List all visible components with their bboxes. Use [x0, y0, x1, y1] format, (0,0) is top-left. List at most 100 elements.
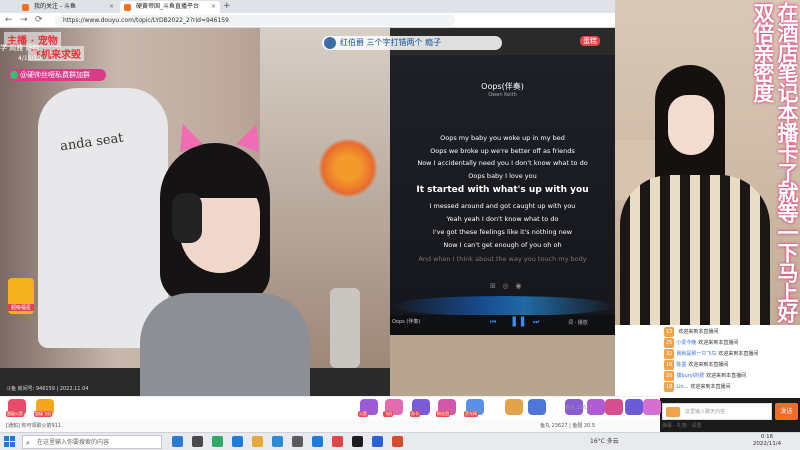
avatar	[324, 37, 336, 49]
gift-bar: 超级火箭 超级飞机 火箭 飞机 办卡 粉丝团 荧光棒	[0, 396, 661, 420]
lyric-line: And when I think about the way you touch…	[418, 255, 587, 263]
headphones-icon	[172, 193, 202, 243]
gift-label: 粉丝团	[436, 411, 450, 417]
level-badge: 25	[664, 338, 675, 348]
pause-button[interactable]: ❚❚	[510, 316, 527, 327]
gift-item-icon[interactable]	[605, 399, 623, 415]
chat-input-placeholder: 这里输入聊天内容	[685, 409, 726, 415]
chat-username[interactable]: 拨buryl的费	[676, 373, 704, 379]
microphone-icon	[330, 288, 360, 368]
status-right: 鱼丸 23627 | 鱼翅 20.5	[540, 423, 596, 429]
lyric-line: Oops baby I love you	[468, 172, 537, 180]
new-tab-button[interactable]: +	[223, 0, 231, 13]
gift-label: 飞机	[383, 411, 393, 417]
music-player: Oops(伴奏) Owen Keith Oops my baby you wok…	[390, 55, 615, 335]
status-notice[interactable]: [通知] 你可領取火箭911	[6, 422, 61, 429]
notice-text: 红伯爵 三个字打错两个 瘾子	[340, 38, 442, 47]
lucky-star-badge[interactable]: 超级福星	[8, 278, 34, 314]
reload-icon[interactable]: ⟳	[35, 14, 43, 27]
taskbar-app-icon[interactable]	[172, 436, 183, 447]
player-options[interactable]: 词 · 播放	[568, 319, 588, 326]
overlay-text-col: 双倍亲密度	[751, 2, 775, 102]
live-notice: 红伯爵 三个字打错两个 瘾子	[322, 36, 502, 50]
windows-start-icon[interactable]	[4, 436, 16, 448]
tab-stream[interactable]: 硬黄帝国_斗鱼直播平台 ×	[120, 1, 220, 13]
taskbar-app-icon[interactable]	[192, 436, 203, 447]
emoji-icon[interactable]	[666, 407, 680, 417]
address-bar: ← → ⟳ https://www.douyu.com/topic/LYDB20…	[0, 13, 615, 28]
send-button[interactable]: 发送	[775, 403, 798, 420]
gift-label: 超级飞机	[34, 411, 52, 417]
overlay-text-col: 在酒店笔记本播卡了就等一下马上好	[775, 2, 799, 322]
taskbar-app-icon[interactable]	[372, 436, 383, 447]
taskbar-app-icon[interactable]	[312, 436, 323, 447]
url-input[interactable]: https://www.douyu.com/topic/LYDB2022_2?r…	[55, 15, 455, 26]
next-button[interactable]: ⏭	[533, 318, 539, 327]
taskbar-app-icon[interactable]	[212, 436, 223, 447]
windows-taskbar: ⌕ 在这里输入你要搜索的内容 16°C 多云 0:16 2022/11/4	[0, 432, 800, 450]
gift-label: 超级火箭	[6, 411, 24, 417]
close-icon[interactable]: ×	[211, 1, 216, 13]
lyric-line: Now I accidentally need you I don't know…	[417, 159, 588, 167]
close-icon[interactable]: ×	[109, 1, 114, 13]
clock[interactable]: 0:16 2022/11/4	[750, 434, 784, 448]
player-action-icons[interactable]: ⊞ ◎ ◉	[490, 282, 521, 290]
back-icon[interactable]: ←	[5, 14, 13, 27]
gift-item-icon[interactable]	[625, 399, 643, 415]
chat-message: 13 欢迎来到本直播间	[664, 327, 718, 337]
fans-group-badge[interactable]: @硬帅丝哑私费群加群	[8, 69, 106, 81]
chat-input[interactable]: 这里输入聊天内容	[662, 403, 772, 420]
gift-item-icon[interactable]	[528, 399, 546, 415]
gift-item-icon[interactable]	[505, 399, 523, 415]
face	[668, 95, 714, 155]
taskbar-search[interactable]: ⌕ 在这里输入你要搜索的内容	[22, 435, 162, 449]
taskbar-app-icon[interactable]	[272, 436, 283, 447]
weather-tray[interactable]: 16°C 多云	[590, 436, 619, 445]
lyric-line: I messed around and got caught up with y…	[429, 202, 576, 210]
body	[140, 293, 310, 403]
taskbar-app-icon[interactable]	[392, 436, 403, 447]
taskbar-app-icon[interactable]	[232, 436, 243, 447]
audio-wave	[390, 296, 615, 316]
taskbar-app-icon[interactable]	[292, 436, 303, 447]
chat-toolbar[interactable]: 弹幕 · 礼物 · 设置	[662, 422, 798, 432]
level-badge: 18	[664, 382, 675, 392]
streamer-figure	[120, 119, 330, 403]
clock-time: 0:16	[760, 434, 774, 440]
chat-text: 欢迎来到本直播间	[690, 384, 731, 390]
badge-label: 超级福星	[8, 304, 34, 311]
level-badge: 13	[664, 327, 675, 337]
gift-item-icon[interactable]	[643, 399, 661, 415]
chat-username[interactable]: 我就是那一只飞鸟	[676, 351, 716, 357]
forward-icon[interactable]: →	[20, 14, 28, 27]
douyu-favicon-icon	[124, 4, 131, 11]
chat-message: 16 陈墨 欢迎来到本直播间	[664, 360, 728, 370]
lyric-line: It started with what's up with you	[416, 185, 589, 195]
currency-balance: 鱼丸 23627	[565, 405, 593, 411]
video-watermark: 斗鱼 房间号: 946159 | 2022.11.04	[6, 386, 89, 392]
lyric-line: Yeah yeah I don't know what to do	[446, 215, 559, 223]
top-right-badge[interactable]: 蛋糕	[580, 36, 600, 46]
chat-text: 欢迎来到本直播间	[706, 373, 747, 379]
gift-label: 办卡	[410, 411, 420, 417]
taskbar-app-icon[interactable]	[252, 436, 263, 447]
chat-username[interactable]: Lin...	[676, 384, 688, 390]
now-playing: Oops (伴奏)	[392, 319, 421, 325]
taskbar-app-icon[interactable]	[352, 436, 363, 447]
level-badge: 16	[664, 360, 675, 370]
chat-text: 欢迎来到本直播间	[688, 362, 729, 368]
prev-button[interactable]: ⏮	[490, 318, 496, 327]
chat-text: 欢迎来到本直播间	[698, 340, 739, 346]
taskbar-app-icon[interactable]	[332, 436, 343, 447]
chat-username[interactable]: 陈墨	[676, 362, 686, 368]
gift-label: 火箭	[358, 411, 368, 417]
gift-label: 荧光棒	[464, 411, 478, 417]
song-title: Oops(伴奏)	[481, 82, 524, 91]
wechat-icon	[10, 71, 18, 79]
chat-message: 20 拨buryl的费 欢迎来到本直播间	[664, 371, 746, 381]
chat-text: 欢迎来到本直播间	[718, 351, 759, 357]
bangs	[172, 153, 268, 198]
chat-username[interactable]: 小爱今晚	[676, 340, 696, 346]
tab-following[interactable]: 我的关注 - 斗鱼 ×	[18, 1, 118, 13]
clock-date: 2022/11/4	[752, 441, 782, 447]
